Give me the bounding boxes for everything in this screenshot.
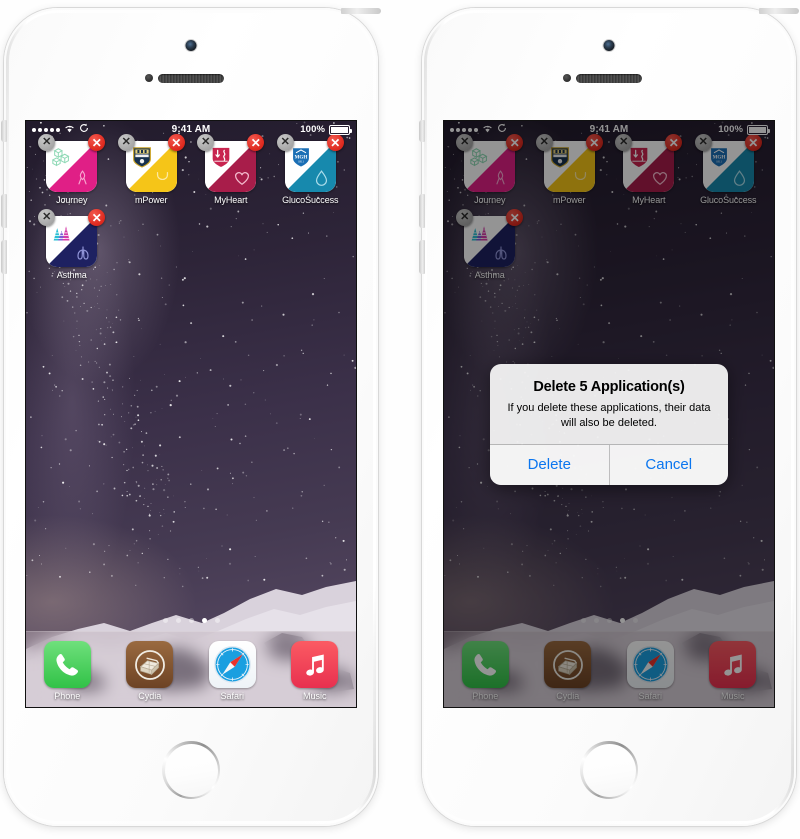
- app-journey[interactable]: ✕ ✕ Journey: [32, 134, 112, 205]
- dock-icon-glyph: [291, 641, 338, 688]
- mgh-shield-icon: MGH 1811: [289, 145, 313, 169]
- dock-icon-glyph: [126, 641, 173, 688]
- music-note-icon[interactable]: [291, 641, 339, 688]
- volume-down-button[interactable]: [419, 240, 425, 274]
- dock-item-cydia[interactable]: Cydia: [109, 641, 192, 701]
- volume-down-button[interactable]: [1, 240, 7, 274]
- smile-icon: [152, 167, 173, 188]
- signal-strength-icon: [32, 127, 60, 132]
- battery-percent-label: 100%: [300, 124, 325, 135]
- app-label: mPower: [135, 195, 168, 205]
- app-label: MyHeart: [214, 195, 248, 205]
- app-label: Journey: [56, 195, 88, 205]
- earpiece-speaker: [576, 74, 642, 83]
- right-phone-screen: 9:41 AM 100% ✕ ✕ Journey ✕ ✕ mPower ✕ ✕ …: [444, 121, 774, 707]
- home-button[interactable]: [580, 741, 638, 799]
- dock-item-phone[interactable]: Phone: [26, 641, 109, 701]
- proximity-sensor-icon: [563, 74, 571, 82]
- screenshot-root: 9:41 AM 100% ✕ ✕ Journey ✕ ✕ mPower ✕ ✕ …: [0, 0, 800, 839]
- app-glucosuccess[interactable]: ✕ ✕ MGH 1811 GlucoSuccess: [271, 134, 351, 205]
- delete-app-badge[interactable]: ✕: [88, 209, 106, 226]
- status-bar: 9:41 AM 100%: [26, 121, 356, 138]
- phone-handset-icon[interactable]: [43, 641, 91, 688]
- dock-item-label: Music: [302, 691, 327, 701]
- svg-text:1811: 1811: [298, 160, 304, 164]
- iphone-left-device: 9:41 AM 100% ✕ ✕ Journey ✕ ✕ mPower ✕ ✕ …: [1, 8, 381, 826]
- power-button[interactable]: [759, 8, 799, 14]
- page-dot[interactable]: [188, 618, 194, 623]
- app-label: Asthma: [56, 270, 87, 280]
- delete-confirmation-dialog: Delete 5 Application(s) If you delete th…: [490, 364, 728, 486]
- iphone-right-device: 9:41 AM 100% ✕ ✕ Journey ✕ ✕ mPower ✕ ✕ …: [419, 8, 799, 826]
- status-bar-right: 100%: [300, 124, 352, 135]
- status-bar-left: [32, 123, 89, 136]
- cubes-icon: [50, 145, 74, 169]
- dialog-button-row: Delete Cancel: [490, 444, 728, 486]
- front-camera-icon: [185, 40, 197, 51]
- journey-app-icon[interactable]: [46, 141, 98, 192]
- volume-up-button[interactable]: [419, 194, 425, 228]
- university-crest-icon: [130, 145, 154, 169]
- app-icon-wrap: ✕ ✕: [197, 134, 265, 192]
- dialog-body: Delete 5 Application(s) If you delete th…: [490, 364, 728, 444]
- alert-cancel-button[interactable]: Cancel: [608, 445, 728, 486]
- app-icon-wrap: ✕ ✕: [117, 134, 185, 192]
- earpiece-speaker: [158, 74, 224, 83]
- alert-delete-button[interactable]: Delete: [490, 445, 609, 486]
- app-icon-wrap: ✕ ✕ MGH 1811: [276, 134, 344, 192]
- glucosuccess-app-icon[interactable]: MGH 1811: [284, 141, 336, 192]
- power-button[interactable]: [341, 8, 381, 14]
- heart-outline-icon: [231, 167, 252, 188]
- app-myheart[interactable]: ✕ ✕ MyHeart: [191, 134, 271, 205]
- app-label: GlucoSuccess: [282, 195, 339, 205]
- ribbon-icon: [72, 167, 93, 188]
- dock-left: Phone Cydia Safari Music: [26, 631, 356, 707]
- water-droplet-icon: [311, 167, 332, 188]
- asthma-app-icon[interactable]: [46, 216, 98, 267]
- dock-item-label: Phone: [54, 691, 81, 701]
- left-phone-screen: 9:41 AM 100% ✕ ✕ Journey ✕ ✕ mPower ✕ ✕ …: [26, 121, 356, 707]
- dock-icon-glyph: [44, 641, 91, 688]
- shield-crest-icon: [209, 145, 233, 169]
- dialog-title: Delete 5 Application(s): [533, 379, 685, 395]
- dock-item-label: Cydia: [138, 691, 162, 701]
- dock-item-music[interactable]: Music: [274, 641, 357, 701]
- page-dot[interactable]: [201, 618, 207, 623]
- silent-switch[interactable]: [1, 120, 7, 142]
- lungs-icon: [72, 242, 93, 263]
- page-dot[interactable]: [214, 618, 220, 623]
- proximity-sensor-icon: [145, 74, 153, 82]
- app-icon-wrap: ✕ ✕: [38, 209, 106, 267]
- cydia-package-icon[interactable]: [126, 641, 174, 688]
- home-button[interactable]: [162, 741, 220, 799]
- page-dot[interactable]: [162, 618, 168, 623]
- dock-icon-glyph: [209, 641, 256, 688]
- myheart-app-icon[interactable]: [205, 141, 257, 192]
- volume-up-button[interactable]: [1, 194, 7, 228]
- front-camera-icon: [603, 40, 615, 51]
- silent-switch[interactable]: [419, 120, 425, 142]
- page-dot[interactable]: [175, 618, 181, 623]
- dock-item-safari[interactable]: Safari: [191, 641, 274, 701]
- dialog-message: If you delete these applications, their …: [507, 402, 711, 429]
- battery-full-icon: [329, 124, 352, 135]
- wifi-icon: [64, 124, 75, 136]
- app-grid-left: ✕ ✕ Journey ✕ ✕ mPower ✕ ✕ MyHeart ✕ ✕ M…: [26, 134, 356, 280]
- rotation-sync-icon: [79, 123, 89, 136]
- app-icon-wrap: ✕ ✕: [38, 134, 106, 192]
- page-indicator-left[interactable]: [26, 618, 356, 623]
- app-asthma[interactable]: ✕ ✕ Asthma: [32, 209, 112, 280]
- mpower-app-icon[interactable]: [125, 141, 177, 192]
- safari-compass-icon[interactable]: [208, 641, 256, 688]
- dock-item-label: Safari: [220, 691, 244, 701]
- app-mpower[interactable]: ✕ ✕ mPower: [112, 134, 192, 205]
- mountain-chart-icon: [50, 220, 74, 244]
